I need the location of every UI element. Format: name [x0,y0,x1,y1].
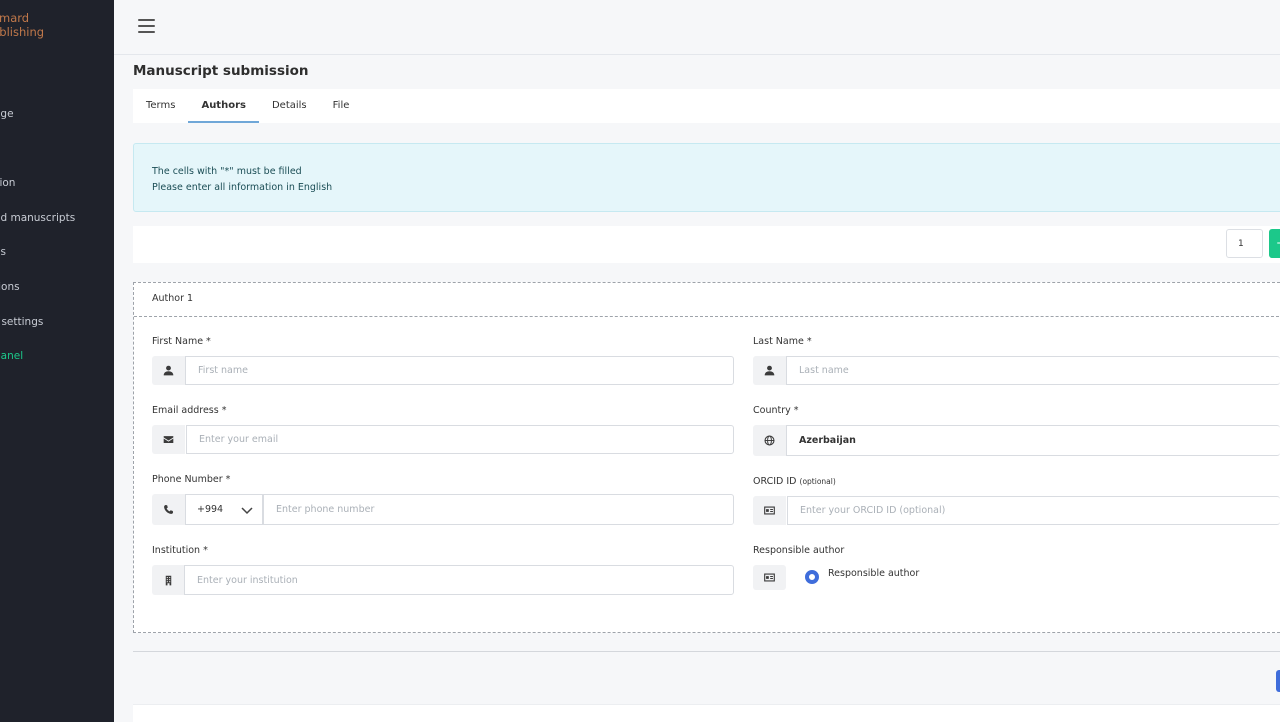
tab-authors[interactable]: Authors [188,89,259,123]
institution-field[interactable]: Enter your institution [184,565,734,595]
next-button[interactable] [1276,670,1280,692]
email-field[interactable]: Enter your email [186,425,734,454]
country-label: Country * [753,405,799,416]
sidebar-item-messages[interactable]: es [0,246,6,258]
phone-code-value: +994 [197,504,224,515]
first-name-field[interactable]: First name [185,356,734,385]
last-name-label: Last Name * [753,336,812,347]
responsible-author-radio-label[interactable]: Responsible author [828,568,919,579]
alert-line-english: Please enter all information in English [152,181,333,193]
sidebar-item-panel[interactable]: panel [0,350,23,362]
sidebar-item-submission[interactable]: sion [0,177,15,189]
topbar [114,0,1280,55]
tab-bar: Terms Authors Details File [133,89,1280,123]
sidebar-item-homepage[interactable]: age [0,108,14,120]
last-name-field[interactable]: Last name [786,356,1280,385]
tab-file[interactable]: File [320,89,363,123]
brand-logo[interactable]: omard ublishing [0,11,44,39]
country-select[interactable]: Azerbaijan [786,425,1280,456]
orcid-optional-text: (optional) [799,477,836,486]
orcid-label: ORCID ID (optional) [753,476,836,487]
id-card-icon [753,496,786,525]
globe-icon [753,425,786,456]
author-card-title: Author 1 [134,283,1280,317]
brand-line-1: omard [0,11,30,25]
phone-country-code-select[interactable]: +994 [185,494,263,525]
sidebar-item-notifications[interactable]: tions [0,281,20,293]
phone-icon [152,494,185,525]
orcid-field[interactable]: Enter your ORCID ID (optional) [787,496,1280,525]
user-icon [753,356,786,385]
section-divider [133,651,1280,652]
responsible-author-radio[interactable] [805,570,819,584]
chevron-down-icon [241,507,253,515]
alert-line-required: The cells with "*" must be filled [152,166,302,177]
bottom-panel [133,704,1280,722]
orcid-label-text: ORCID ID [753,476,797,487]
phone-label: Phone Number * [152,474,231,485]
sidebar-item-submitted-manuscripts[interactable]: ed manuscripts [0,212,75,224]
first-name-label: First Name * [152,336,211,347]
author-number-input[interactable] [1226,229,1263,258]
author-pagination-bar: + [133,226,1280,263]
menu-icon[interactable] [138,19,155,33]
tab-details[interactable]: Details [259,89,320,123]
phone-number-field[interactable]: Enter phone number [263,494,734,525]
info-alert: The cells with "*" must be filled Please… [133,143,1280,212]
id-card-icon [753,565,786,590]
user-icon [152,356,185,385]
sidebar-item-account-settings[interactable]: t settings [0,316,43,328]
sidebar: omard ublishing age sion ed manuscripts … [0,0,114,722]
responsible-author-label: Responsible author [753,545,845,556]
brand-line-2: ublishing [0,25,45,39]
tab-terms[interactable]: Terms [133,89,188,123]
page-title: Manuscript submission [133,63,309,79]
email-label: Email address * [152,405,227,416]
add-author-button[interactable]: + [1269,229,1280,258]
institution-label: Institution * [152,545,208,556]
building-icon [152,565,185,595]
envelope-icon [152,425,185,454]
